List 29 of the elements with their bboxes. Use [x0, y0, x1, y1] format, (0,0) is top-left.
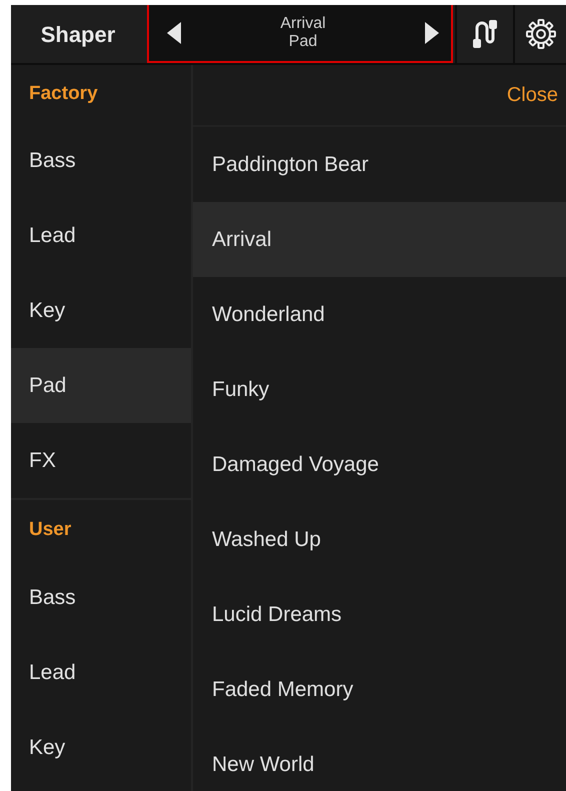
preset-name: Arrival [280, 14, 326, 32]
category-item[interactable]: Key [11, 710, 191, 785]
category-item[interactable]: Bass [11, 123, 191, 198]
group-heading: User [28, 518, 72, 542]
cable-icon [472, 19, 498, 49]
settings-icon [526, 19, 556, 49]
category-item[interactable]: Bass [11, 560, 191, 635]
app-title: Shaper [40, 20, 116, 49]
preset-item[interactable]: New World [193, 727, 566, 791]
preset-item[interactable]: Lucid Dreams [193, 577, 566, 652]
preset-item[interactable]: Damaged Voyage [193, 427, 566, 502]
category-item[interactable]: Lead [11, 635, 191, 710]
next-preset-button[interactable] [425, 22, 439, 44]
preset-item[interactable]: Wonderland [193, 277, 566, 352]
previous-preset-button[interactable] [167, 22, 181, 44]
preset-item[interactable]: Funky [193, 352, 566, 427]
category-item[interactable]: Lead [11, 198, 191, 273]
preset-item[interactable]: Arrival [193, 202, 566, 277]
category-item[interactable]: FX [11, 423, 191, 498]
preset-item[interactable]: Faded Memory [193, 652, 566, 727]
category-item[interactable]: Pad [11, 348, 191, 423]
preset-item[interactable]: Washed Up [193, 502, 566, 577]
category-item[interactable]: Key [11, 273, 191, 348]
close-button[interactable]: Close [506, 80, 558, 110]
group-heading: Factory [28, 82, 99, 106]
right-triangle-icon [425, 22, 439, 44]
preset-item[interactable]: Paddington Bear [193, 127, 566, 202]
preset-category: Pad [288, 32, 318, 50]
left-triangle-icon [167, 22, 181, 44]
